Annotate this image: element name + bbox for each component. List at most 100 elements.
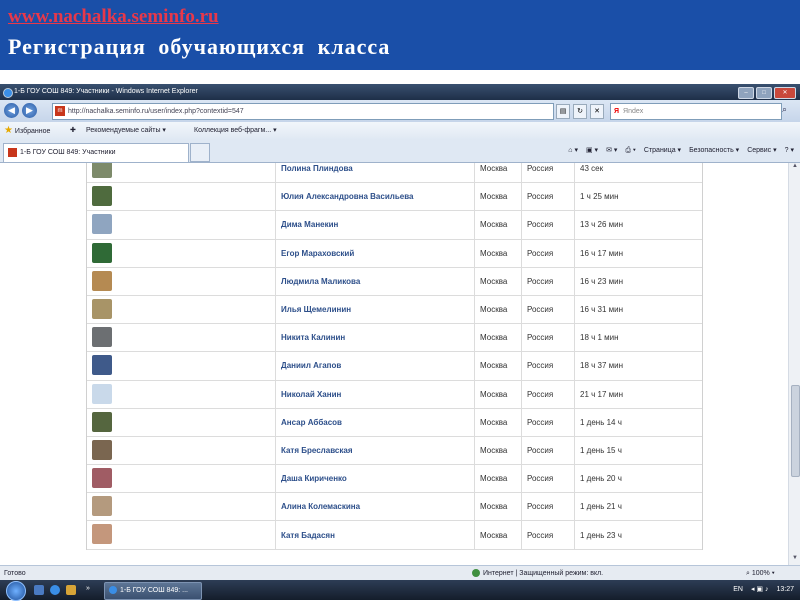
minimize-button[interactable]: – <box>738 87 754 99</box>
feeds-icon[interactable]: ▣ ▾ <box>586 144 598 158</box>
tab-participants[interactable]: 1-Б ГОУ СОШ 849: Участники <box>3 143 189 162</box>
participant-name[interactable]: Даниил Агапов <box>281 352 341 379</box>
scroll-thumb[interactable] <box>791 385 800 477</box>
participant-name[interactable]: Николай Ханин <box>281 381 341 408</box>
star-icon: ★ <box>4 125 13 136</box>
avatar[interactable] <box>92 186 112 207</box>
favorites-add-icon[interactable]: ✚ <box>70 122 76 140</box>
start-button[interactable] <box>6 581 26 601</box>
show-desktop-icon[interactable] <box>34 585 44 595</box>
column-divider <box>275 521 276 549</box>
page-menu[interactable]: Страница ▾ <box>644 144 681 158</box>
zoom-level[interactable]: ⌕ 100% ▾ <box>746 566 775 581</box>
column-divider <box>474 436 475 465</box>
column-divider <box>521 183 522 211</box>
avatar[interactable] <box>92 496 112 517</box>
avatar[interactable] <box>92 214 112 235</box>
clock[interactable]: 13:27 <box>776 580 794 600</box>
scroll-up-icon[interactable]: ▲ <box>790 163 800 173</box>
column-divider <box>574 324 575 352</box>
participant-country: Россия <box>527 220 554 230</box>
print-icon[interactable]: ⎙ ▾ <box>625 144 636 158</box>
participant-name[interactable]: Даша Кириченко <box>281 465 347 492</box>
avatar[interactable] <box>92 242 112 263</box>
avatar[interactable] <box>92 383 112 404</box>
participant-country: Россия <box>527 333 554 343</box>
column-divider <box>574 408 575 436</box>
column-divider <box>474 267 475 295</box>
participant-name[interactable]: Алина Колемаскина <box>281 493 360 520</box>
compat-view-button[interactable]: ▤ <box>556 104 570 119</box>
avatar[interactable] <box>92 298 112 319</box>
participant-last-access: 1 день 21 ч <box>580 502 622 512</box>
close-button[interactable]: ✕ <box>774 87 796 99</box>
quicklaunch-expand-icon[interactable]: » <box>86 585 92 595</box>
back-button[interactable]: ◀ <box>4 103 19 118</box>
participant-name[interactable]: Егор Мараховский <box>281 240 354 267</box>
tools-menu[interactable]: Сервис ▾ <box>747 144 776 158</box>
column-divider <box>521 408 522 436</box>
participant-name[interactable]: Катя Бадасян <box>281 521 335 548</box>
favorites-button[interactable]: ★ Избранное <box>4 122 50 141</box>
participant-name[interactable]: Ансар Аббасов <box>281 409 342 436</box>
scroll-down-icon[interactable]: ▼ <box>790 555 800 565</box>
column-divider <box>474 352 475 380</box>
column-divider <box>521 295 522 324</box>
ie-quicklaunch-icon[interactable] <box>50 585 60 595</box>
participant-country: Россия <box>527 164 554 174</box>
avatar[interactable] <box>92 468 112 489</box>
participant-city: Москва <box>480 389 508 399</box>
browser-window: 1-Б ГОУ СОШ 849: Участники - Windows Int… <box>0 84 800 581</box>
participant-country: Россия <box>527 248 554 258</box>
fav-link-webslices[interactable]: Коллекция веб-фрагм... ▾ <box>194 122 277 140</box>
avatar[interactable] <box>92 439 112 460</box>
tab-bar: 1-Б ГОУ СОШ 849: Участники ⌂ ▾ ▣ ▾ ✉ ▾ ⎙… <box>0 140 800 163</box>
fav-link-recommended[interactable]: Рекомендуемые сайты ▾ <box>86 122 166 140</box>
column-divider <box>474 183 475 211</box>
safety-menu[interactable]: Безопасность ▾ <box>689 144 739 158</box>
participant-city: Москва <box>480 417 508 427</box>
participant-last-access: 16 ч 23 мин <box>580 276 624 286</box>
tray-icons[interactable]: ◂ ▣ ♪ <box>751 580 769 600</box>
participant-name[interactable]: Юлия Александровна Васильева <box>281 183 413 210</box>
windows-taskbar: » 1-Б ГОУ СОШ 849: ... EN ◂ ▣ ♪ 13:27 <box>0 580 800 601</box>
language-indicator[interactable]: EN <box>733 580 743 600</box>
participant-country: Россия <box>527 417 554 427</box>
stop-button[interactable]: ✕ <box>590 104 604 119</box>
avatar[interactable] <box>92 355 112 376</box>
participant-last-access: 1 день 14 ч <box>580 417 622 427</box>
vertical-scrollbar[interactable]: ▲ ▼ <box>788 163 800 565</box>
explorer-quicklaunch-icon[interactable] <box>66 585 76 595</box>
taskbar-ie-window[interactable]: 1-Б ГОУ СОШ 849: ... <box>104 582 202 600</box>
column-divider <box>275 324 276 352</box>
participant-name[interactable]: Илья Щемелинин <box>281 296 351 323</box>
participant-last-access: 1 день 23 ч <box>580 530 622 540</box>
refresh-button[interactable]: ↻ <box>573 104 587 119</box>
participant-last-access: 18 ч 1 мин <box>580 333 619 343</box>
avatar[interactable] <box>92 270 112 291</box>
participant-name[interactable]: Катя Бреславская <box>281 437 353 464</box>
avatar[interactable] <box>92 327 112 348</box>
search-icon[interactable]: ⌕ <box>782 104 787 115</box>
avatar[interactable] <box>92 411 112 432</box>
avatar[interactable] <box>92 163 112 178</box>
home-icon[interactable]: ⌂ ▾ <box>568 144 578 158</box>
participant-country: Россия <box>527 192 554 202</box>
help-icon[interactable]: ? ▾ <box>785 144 794 158</box>
column-divider <box>275 493 276 521</box>
maximize-button[interactable]: □ <box>756 87 772 99</box>
participant-country: Россия <box>527 530 554 540</box>
search-field[interactable]: Я Яndex <box>610 103 782 120</box>
column-divider <box>275 408 276 436</box>
participant-country: Россия <box>527 445 554 455</box>
avatar[interactable] <box>92 524 112 545</box>
participant-name[interactable]: Людмила Маликова <box>281 268 360 295</box>
participant-name[interactable]: Полина Плиндова <box>281 163 353 182</box>
site-link[interactable]: www.nachalka.seminfo.ru <box>8 6 219 28</box>
participant-name[interactable]: Никита Калинин <box>281 324 345 351</box>
participant-name[interactable]: Дима Манекин <box>281 211 338 238</box>
mail-icon[interactable]: ✉ ▾ <box>606 144 617 158</box>
address-field[interactable]: m http://nachalka.seminfo.ru/user/index.p… <box>52 103 554 120</box>
forward-button[interactable]: ▶ <box>22 103 37 118</box>
new-tab-button[interactable] <box>190 143 210 162</box>
